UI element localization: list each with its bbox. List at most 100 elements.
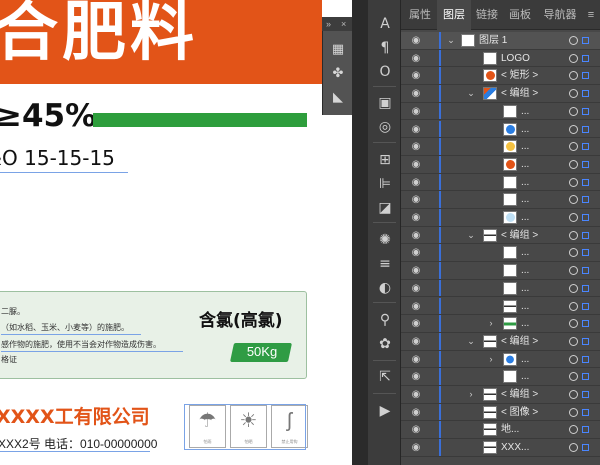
selection-square-icon[interactable] (582, 320, 589, 328)
selection-square-icon[interactable] (582, 267, 589, 275)
visibility-eye-icon[interactable]: ◉ (409, 423, 423, 436)
visibility-eye-icon[interactable]: ◉ (409, 264, 423, 277)
chevron-down-icon[interactable]: ⌄ (445, 32, 457, 49)
layer-name[interactable]: ... (521, 156, 529, 173)
visibility-eye-icon[interactable]: ◉ (409, 370, 423, 383)
collapse-icon[interactable]: » (326, 17, 331, 31)
company-address[interactable]: XXX2号 电话：010-00000000 (0, 435, 157, 452)
selection-square-icon[interactable] (582, 444, 589, 452)
target-circle-icon[interactable] (569, 266, 578, 276)
selection-square-icon[interactable] (582, 107, 589, 115)
tab-navigator[interactable]: 导航器 (537, 0, 583, 30)
target-circle-icon[interactable] (569, 177, 578, 187)
selection-square-icon[interactable] (582, 143, 589, 151)
tab-layers[interactable]: 图层 (437, 0, 471, 30)
selection-square-icon[interactable] (582, 54, 589, 62)
layer-name[interactable]: ... (521, 121, 529, 138)
visibility-eye-icon[interactable]: ◉ (409, 229, 423, 242)
green-accent-bar[interactable] (93, 113, 307, 127)
target-circle-icon[interactable] (569, 71, 578, 81)
layer-row[interactable]: ◉ XXX... (401, 439, 600, 457)
layer-name[interactable]: XXX... (501, 439, 529, 456)
tab-artboards[interactable]: 画板 (503, 0, 537, 30)
target-circle-icon[interactable] (569, 36, 578, 45)
target-circle-icon[interactable] (569, 283, 578, 293)
target-circle-icon[interactable] (569, 248, 578, 258)
selection-square-icon[interactable] (582, 355, 589, 363)
visibility-eye-icon[interactable]: ◉ (409, 123, 423, 136)
layer-name[interactable]: ... (521, 244, 529, 261)
opentype-icon[interactable]: O (375, 62, 395, 82)
brand-banner[interactable]: 合肥料 (0, 0, 322, 84)
layer-name[interactable]: < 矩形 > (501, 67, 538, 84)
layer-row[interactable]: ◉... (401, 102, 600, 121)
close-icon[interactable]: × (341, 17, 346, 31)
layer-row[interactable]: ◉ ⌄ < 编组 > (401, 85, 600, 103)
chevron-right-icon[interactable]: › (485, 351, 497, 368)
chevron-down-icon[interactable]: ⌄ (465, 85, 477, 102)
layer-row[interactable]: ◉ ⌄ 图层 1 (401, 32, 600, 50)
swatches-icon[interactable]: ▦ (328, 39, 348, 59)
layer-name[interactable]: 地... (501, 421, 519, 438)
target-circle-icon[interactable] (569, 372, 578, 382)
chevron-down-icon[interactable]: ⌄ (465, 227, 477, 244)
brushes-icon[interactable]: ✺ (375, 230, 395, 250)
target-circle-icon[interactable] (569, 319, 578, 329)
layer-row[interactable]: ◉ › < 编组 > (401, 386, 600, 404)
layer-row[interactable]: ◉ < 矩形 > (401, 67, 600, 86)
layer-name[interactable]: < 编组 > (501, 227, 538, 244)
target-circle-icon[interactable] (569, 443, 578, 453)
selection-square-icon[interactable] (582, 408, 589, 416)
visibility-eye-icon[interactable]: ◉ (409, 353, 423, 366)
selection-square-icon[interactable] (582, 125, 589, 133)
selection-square-icon[interactable] (582, 302, 589, 310)
visibility-eye-icon[interactable]: ◉ (409, 193, 423, 206)
selection-square-icon[interactable] (582, 72, 589, 80)
layer-row[interactable]: ◉... (401, 244, 600, 263)
target-circle-icon[interactable] (569, 195, 578, 205)
character-icon[interactable]: A (375, 14, 395, 34)
target-circle-icon[interactable] (569, 53, 578, 63)
transform-icon[interactable]: ⊞ (375, 150, 395, 170)
layer-row[interactable]: ◉ ⌄ < 编组 > (401, 332, 600, 351)
mini-panel-header[interactable]: » × (322, 17, 352, 31)
layer-row[interactable]: ◉... (401, 173, 600, 192)
layer-name[interactable]: < 编组 > (501, 85, 538, 102)
layer-name[interactable]: ... (521, 368, 529, 385)
tab-properties[interactable]: 属性 (403, 0, 437, 30)
tab-links[interactable]: 链接 (471, 0, 503, 30)
visibility-eye-icon[interactable]: ◉ (409, 317, 423, 330)
visibility-eye-icon[interactable]: ◉ (409, 69, 423, 82)
selection-square-icon[interactable] (582, 37, 589, 44)
visibility-eye-icon[interactable]: ◉ (409, 105, 423, 118)
selection-square-icon[interactable] (582, 337, 589, 345)
visibility-eye-icon[interactable]: ◉ (409, 441, 423, 454)
target-circle-icon[interactable] (569, 390, 578, 399)
chevron-right-icon[interactable]: › (485, 315, 497, 332)
chevron-down-icon[interactable]: ⌄ (465, 333, 477, 350)
target-circle-icon[interactable] (569, 230, 578, 240)
layer-row[interactable]: ◉ ⌄ < 编组 > (401, 226, 600, 245)
visibility-eye-icon[interactable]: ◉ (409, 52, 423, 65)
layer-name[interactable]: ... (521, 191, 529, 208)
target-circle-icon[interactable] (569, 407, 578, 417)
selection-square-icon[interactable] (582, 231, 589, 239)
info-panel[interactable]: 二脲。 （如水稻、玉米、小麦等）的施肥。 感作物的施肥，使用不当会对作物造成伤害… (0, 291, 307, 379)
target-circle-icon[interactable] (569, 106, 578, 116)
nutrient-ratio-text[interactable]: ₂O 15-15-15 (0, 146, 115, 170)
visibility-eye-icon[interactable]: ◉ (409, 388, 423, 401)
layer-row[interactable]: ◉ ›... (401, 315, 600, 333)
chevron-right-icon[interactable]: › (465, 386, 477, 403)
target-circle-icon[interactable] (569, 213, 578, 222)
target-circle-icon[interactable] (569, 301, 578, 311)
target-circle-icon[interactable] (569, 142, 578, 152)
selection-square-icon[interactable] (582, 373, 589, 381)
visibility-eye-icon[interactable]: ◉ (409, 140, 423, 153)
target-circle-icon[interactable] (569, 89, 578, 99)
percentage-label[interactable]: ≥45% (0, 98, 96, 134)
layer-row[interactable]: ◉ LOGO (401, 49, 600, 68)
layer-row[interactable]: ◉... (401, 191, 600, 209)
layer-row[interactable]: ◉ 地... (401, 421, 600, 440)
layer-name[interactable]: ... (521, 103, 529, 120)
panel-menu-icon[interactable]: ≡ (583, 0, 599, 30)
